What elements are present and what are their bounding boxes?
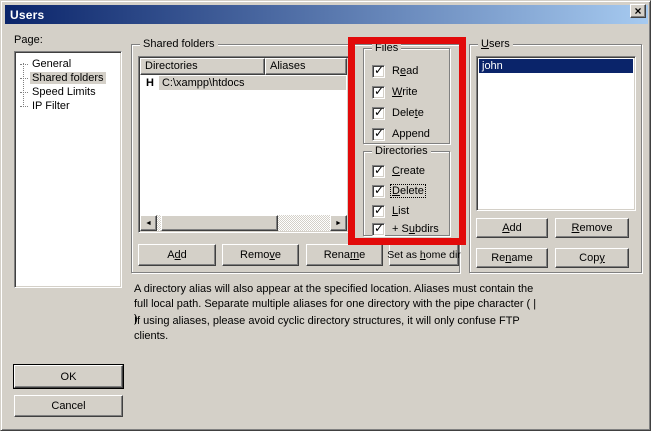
page-item-shared-folders[interactable]: Shared folders xyxy=(17,71,119,85)
titlebar[interactable]: Users xyxy=(5,5,648,24)
tree-line xyxy=(20,64,28,65)
user-remove-button[interactable]: Remove xyxy=(555,218,629,238)
list-checkbox[interactable]: ✓ xyxy=(372,205,385,218)
column-header-aliases[interactable]: Aliases xyxy=(265,58,347,75)
subdirs-checkbox[interactable]: ✓ xyxy=(372,223,385,236)
scroll-right-button[interactable]: ► xyxy=(330,215,347,231)
horizontal-scrollbar[interactable]: ◄ ► xyxy=(140,215,347,231)
page-tree: General Shared folders Speed Limits IP F… xyxy=(14,51,122,288)
tree-line xyxy=(20,78,28,79)
directories-list: Directories Aliases H C:\xampp\htdocs ◄ … xyxy=(138,56,349,233)
dir-delete-checkbox-row: ✓ Delete xyxy=(372,184,425,198)
check-icon: ✓ xyxy=(374,63,384,77)
files-group-title: Files xyxy=(372,42,401,54)
list-checkbox-row: ✓ List xyxy=(372,204,410,218)
page-item-general[interactable]: General xyxy=(17,57,119,71)
page-item-ip-filter[interactable]: IP Filter xyxy=(17,99,119,113)
set-as-home-dir-button[interactable]: Set as home dir xyxy=(389,244,459,266)
scroll-right-icon: ► xyxy=(335,220,342,227)
subdirs-checkbox-row: ✓ + Subdirs xyxy=(372,222,440,236)
dir-delete-checkbox[interactable]: ✓ xyxy=(372,185,385,198)
create-checkbox-row: ✓ Create xyxy=(372,164,426,178)
check-icon: ✓ xyxy=(374,105,384,119)
user-rename-button[interactable]: Rename xyxy=(476,248,548,268)
file-delete-checkbox[interactable]: ✓ xyxy=(372,107,385,120)
read-checkbox[interactable]: ✓ xyxy=(372,65,385,78)
check-icon: ✓ xyxy=(374,221,384,235)
append-checkbox[interactable]: ✓ xyxy=(372,128,385,141)
close-button[interactable]: × xyxy=(630,4,646,18)
ok-button[interactable]: OK xyxy=(14,365,123,388)
users-list: john xyxy=(476,56,636,211)
page-item-speed-limits[interactable]: Speed Limits xyxy=(17,85,119,99)
directory-path: C:\xampp\htdocs xyxy=(159,76,346,90)
users-group-title: Users xyxy=(478,38,513,50)
check-icon: ✓ xyxy=(374,163,384,177)
close-icon: × xyxy=(634,6,641,16)
folder-rename-button[interactable]: Rename xyxy=(306,244,383,266)
check-icon: ✓ xyxy=(374,126,384,140)
user-copy-button[interactable]: Copy xyxy=(555,248,629,268)
write-checkbox[interactable]: ✓ xyxy=(372,86,385,99)
column-header-directories[interactable]: Directories xyxy=(140,58,265,75)
check-icon: ✓ xyxy=(374,203,384,217)
read-checkbox-row: ✓ Read xyxy=(372,64,419,78)
page-label: Page: xyxy=(14,34,43,46)
folder-remove-button[interactable]: Remove xyxy=(222,244,299,266)
create-checkbox[interactable]: ✓ xyxy=(372,165,385,178)
files-group: Files ✓ Read ✓ Write ✓ Delete ✓ Append xyxy=(363,48,450,144)
shared-folders-group-title: Shared folders xyxy=(140,38,218,50)
check-icon: ✓ xyxy=(374,183,384,197)
window-title: Users xyxy=(5,8,44,22)
user-add-button[interactable]: Add xyxy=(476,218,548,238)
append-checkbox-row: ✓ Append xyxy=(372,127,431,141)
tree-line xyxy=(20,106,28,107)
directories-perm-group: Directories ✓ Create ✓ Delete ✓ List ✓ +… xyxy=(363,151,450,236)
cancel-button[interactable]: Cancel xyxy=(14,395,123,417)
file-delete-checkbox-row: ✓ Delete xyxy=(372,106,425,120)
folder-add-button[interactable]: Add xyxy=(138,244,216,266)
home-marker: H xyxy=(146,77,154,89)
write-checkbox-row: ✓ Write xyxy=(372,85,418,99)
scroll-left-icon: ◄ xyxy=(145,220,152,227)
users-dialog: Users × Page: General Shared folders Spe… xyxy=(0,0,651,431)
check-icon: ✓ xyxy=(374,84,384,98)
cyclic-warning-text: If using aliases, please avoid cyclic di… xyxy=(134,314,538,344)
tree-line xyxy=(20,92,28,93)
directory-row[interactable]: H C:\xampp\htdocs xyxy=(141,76,346,90)
scroll-left-button[interactable]: ◄ xyxy=(140,215,157,231)
scrollbar-thumb[interactable] xyxy=(161,215,278,231)
user-row-john[interactable]: john xyxy=(479,59,633,73)
directories-group-title: Directories xyxy=(372,145,431,157)
